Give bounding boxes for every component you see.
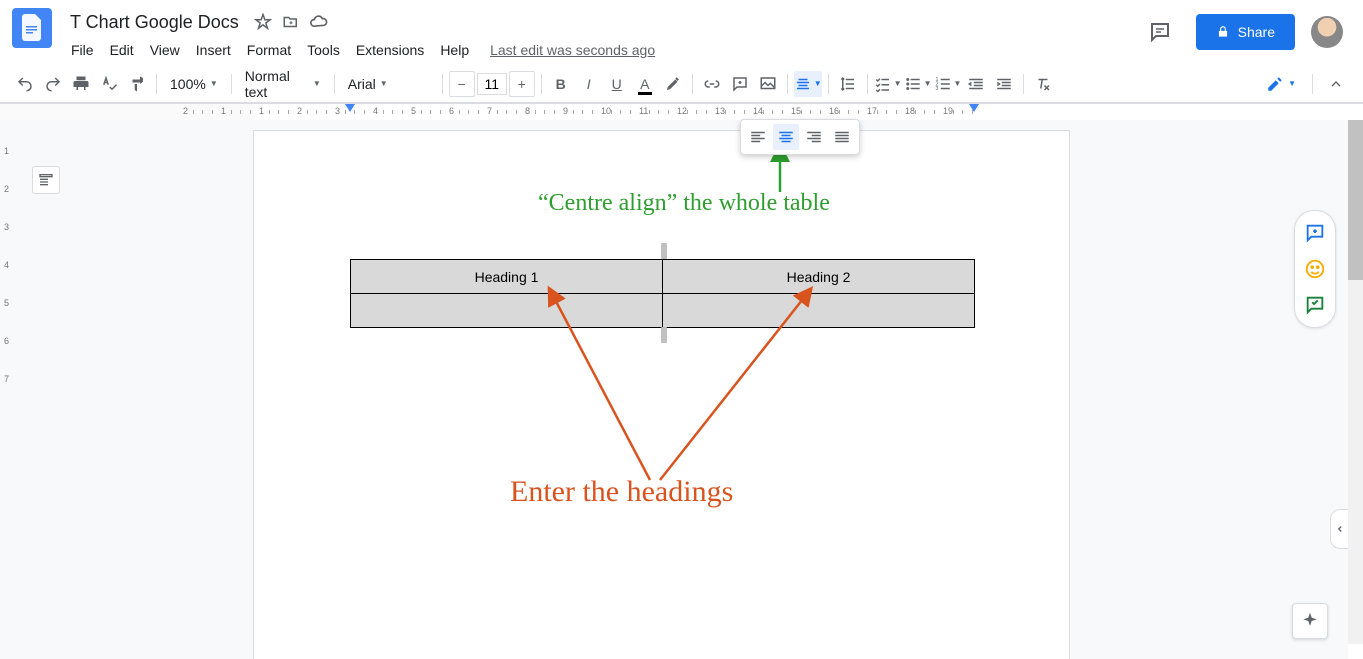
- editing-mode-dropdown[interactable]: ▼: [1258, 71, 1304, 97]
- font-size-input[interactable]: [477, 73, 507, 95]
- title-area: T Chart Google Docs File Edit View Inser…: [64, 8, 1140, 62]
- move-icon[interactable]: [281, 12, 301, 32]
- align-popup: [740, 119, 860, 155]
- vertical-ruler[interactable]: 211234567: [0, 130, 16, 659]
- underline-icon[interactable]: U: [604, 71, 630, 97]
- menu-file[interactable]: File: [64, 38, 101, 62]
- vertical-scrollbar[interactable]: [1348, 120, 1363, 644]
- docs-logo[interactable]: [12, 8, 52, 48]
- separator: [1023, 74, 1024, 94]
- bulleted-list-icon[interactable]: ▼: [904, 71, 932, 97]
- hide-menus-icon[interactable]: [1321, 69, 1351, 99]
- menu-format[interactable]: Format: [240, 38, 298, 62]
- clear-formatting-icon[interactable]: [1030, 71, 1056, 97]
- separator: [828, 74, 829, 94]
- font-dropdown[interactable]: Arial▼: [341, 71, 436, 97]
- avatar[interactable]: [1311, 16, 1343, 48]
- separator: [692, 74, 693, 94]
- insert-link-icon[interactable]: [699, 71, 725, 97]
- text-color-icon[interactable]: A: [632, 71, 658, 97]
- increase-font-icon[interactable]: +: [509, 71, 535, 97]
- align-justify-icon[interactable]: [829, 124, 855, 150]
- zoom-dropdown[interactable]: 100%▼: [163, 71, 225, 97]
- decrease-font-icon[interactable]: −: [449, 71, 475, 97]
- column-handle-icon[interactable]: [661, 243, 667, 259]
- increase-indent-icon[interactable]: [991, 71, 1017, 97]
- header-bar: T Chart Google Docs File Edit View Inser…: [0, 0, 1363, 64]
- suggest-edit-icon[interactable]: [1299, 289, 1331, 321]
- separator: [787, 74, 788, 94]
- share-button[interactable]: Share: [1196, 14, 1295, 50]
- menu-extensions[interactable]: Extensions: [349, 38, 431, 62]
- emoji-reaction-icon[interactable]: [1299, 253, 1331, 285]
- menu-tools[interactable]: Tools: [300, 38, 347, 62]
- menu-view[interactable]: View: [143, 38, 187, 62]
- table-cell[interactable]: [351, 294, 663, 328]
- separator: [156, 74, 157, 94]
- document-canvas[interactable]: 211234567 Heading 1 Heading 2: [0, 120, 1348, 659]
- separator: [442, 74, 443, 94]
- toolbar: 100%▼ Normal text▼ Arial▼ − + B I U A ▼ …: [0, 64, 1363, 104]
- highlight-icon[interactable]: [660, 71, 686, 97]
- redo-icon[interactable]: [40, 71, 66, 97]
- star-icon[interactable]: [253, 12, 273, 32]
- document-title[interactable]: T Chart Google Docs: [64, 10, 245, 35]
- numbered-list-icon[interactable]: 123▼: [934, 71, 962, 97]
- cloud-icon[interactable]: [309, 12, 329, 32]
- line-spacing-icon[interactable]: [835, 71, 861, 97]
- insert-image-icon[interactable]: [755, 71, 781, 97]
- document-page[interactable]: Heading 1 Heading 2: [253, 130, 1070, 659]
- separator: [334, 74, 335, 94]
- header-right: Share: [1140, 12, 1351, 52]
- menu-help[interactable]: Help: [433, 38, 476, 62]
- explore-button[interactable]: [1292, 603, 1328, 639]
- checklist-icon[interactable]: ▼: [874, 71, 902, 97]
- scrollbar-thumb[interactable]: [1348, 120, 1363, 280]
- outline-toggle-icon[interactable]: [32, 166, 60, 194]
- spellcheck-icon[interactable]: [96, 71, 122, 97]
- italic-icon[interactable]: I: [576, 71, 602, 97]
- column-handle-icon[interactable]: [661, 327, 667, 343]
- last-edit-link[interactable]: Last edit was seconds ago: [490, 42, 655, 58]
- decrease-indent-icon[interactable]: [963, 71, 989, 97]
- paragraph-style-dropdown[interactable]: Normal text▼: [238, 71, 328, 97]
- separator: [541, 74, 542, 94]
- document-table[interactable]: Heading 1 Heading 2: [350, 259, 975, 328]
- separator: [231, 74, 232, 94]
- add-comment-side-icon[interactable]: [1299, 217, 1331, 249]
- align-dropdown[interactable]: ▼: [794, 71, 822, 97]
- align-left-icon[interactable]: [745, 124, 771, 150]
- menu-insert[interactable]: Insert: [189, 38, 238, 62]
- menu-edit[interactable]: Edit: [103, 38, 141, 62]
- bold-icon[interactable]: B: [548, 71, 574, 97]
- table-cell[interactable]: [663, 294, 975, 328]
- separator: [867, 74, 868, 94]
- table-row[interactable]: [351, 294, 975, 328]
- align-center-icon[interactable]: [773, 124, 799, 150]
- menubar: File Edit View Insert Format Tools Exten…: [64, 38, 1140, 62]
- paint-format-icon[interactable]: [124, 71, 150, 97]
- table-row[interactable]: Heading 1 Heading 2: [351, 260, 975, 294]
- comment-history-icon[interactable]: [1140, 12, 1180, 52]
- add-comment-icon[interactable]: [727, 71, 753, 97]
- undo-icon[interactable]: [12, 71, 38, 97]
- side-panel-expand-icon[interactable]: [1330, 509, 1348, 549]
- svg-text:3: 3: [935, 86, 938, 92]
- align-right-icon[interactable]: [801, 124, 827, 150]
- table-cell-heading2[interactable]: Heading 2: [663, 260, 975, 294]
- print-icon[interactable]: [68, 71, 94, 97]
- horizontal-ruler[interactable]: 2112345678910111213141516171819: [0, 104, 1363, 120]
- share-label: Share: [1238, 24, 1275, 40]
- separator: [1312, 74, 1313, 94]
- side-tools: [1294, 210, 1336, 328]
- table-cell-heading1[interactable]: Heading 1: [351, 260, 663, 294]
